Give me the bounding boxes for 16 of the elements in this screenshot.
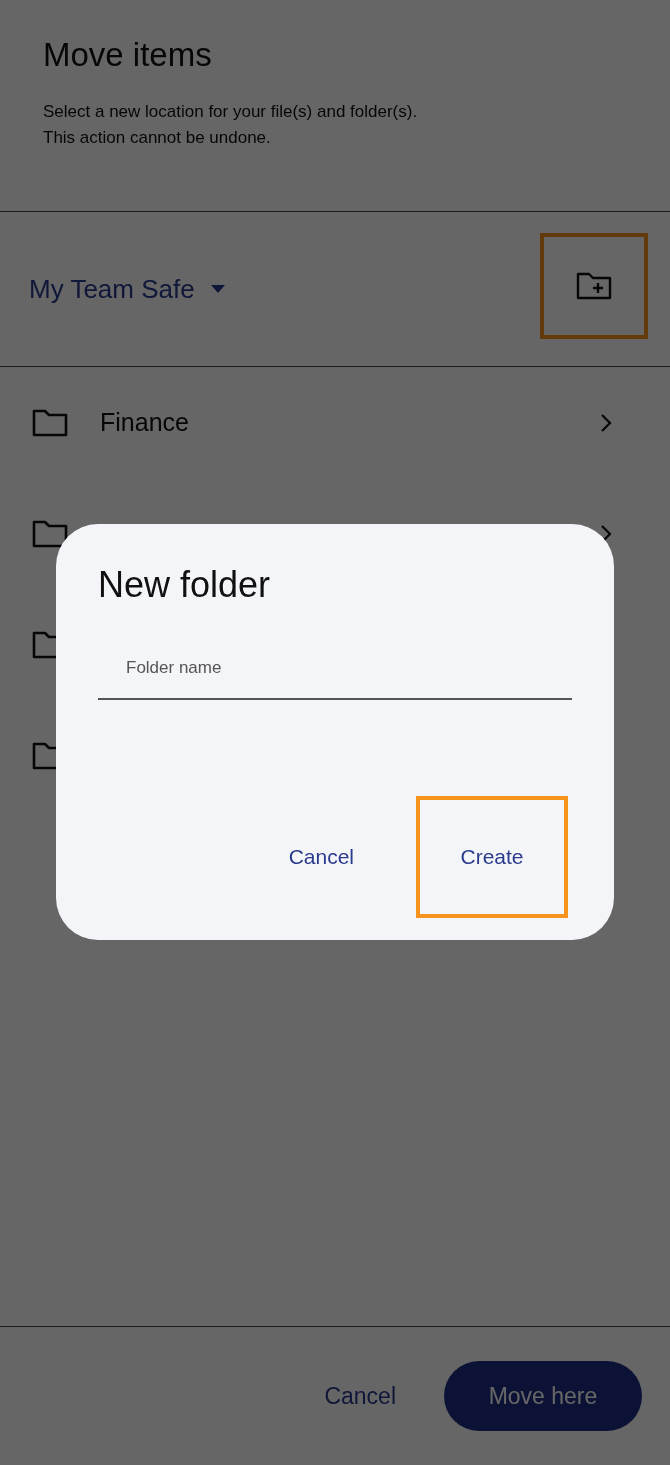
new-folder-button[interactable] xyxy=(540,233,648,339)
folder-plus-icon xyxy=(576,271,612,301)
dialog-title: New folder xyxy=(98,564,272,606)
description-text: Select a new location for your file(s) and folder(s). xyxy=(43,102,419,122)
screen-title: Move items xyxy=(43,36,213,74)
location-dropdown[interactable]: My Team Safe xyxy=(29,273,225,305)
dropdown-caret-icon xyxy=(210,285,225,293)
create-button[interactable]: Create xyxy=(416,796,568,918)
cancel-button[interactable]: Cancel xyxy=(318,1381,402,1411)
folder-icon xyxy=(32,518,68,549)
cancel-button[interactable]: Cancel xyxy=(284,796,358,918)
folder-icon xyxy=(32,407,68,438)
folder-name: Finance xyxy=(100,408,190,437)
description-text: This action cannot be undone. xyxy=(43,128,272,148)
move-here-button[interactable]: Move here xyxy=(444,1361,642,1431)
folder-name-field[interactable]: Folder name xyxy=(98,646,572,700)
